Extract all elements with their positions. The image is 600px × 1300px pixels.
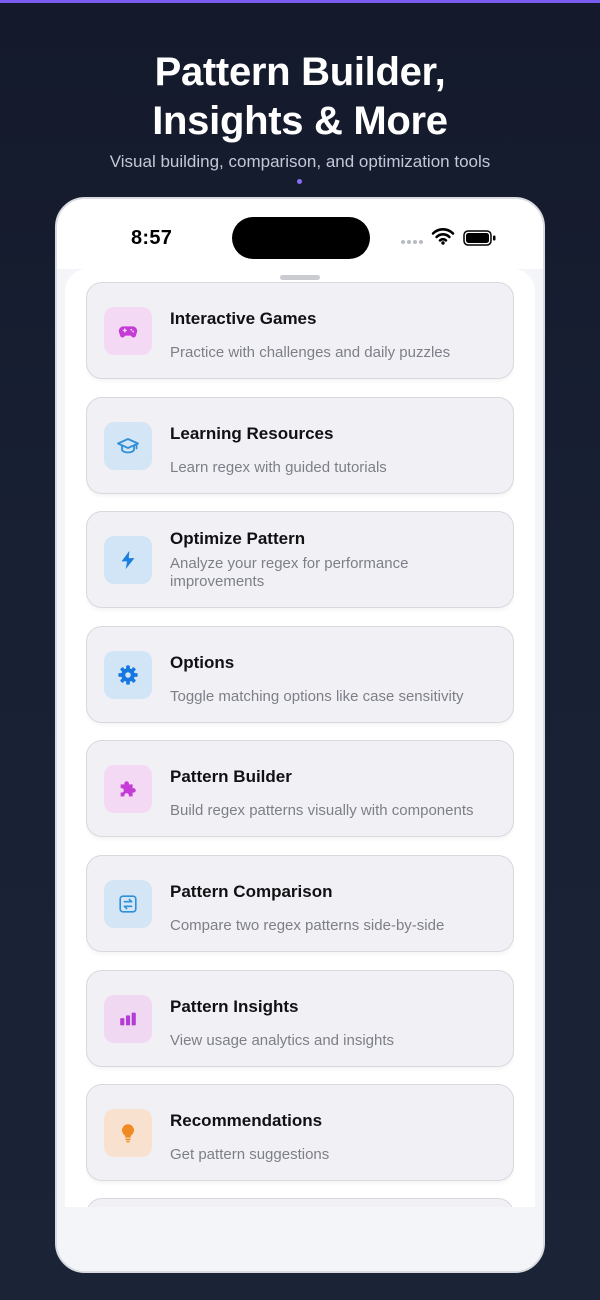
menu-item-title: Pattern Builder [170,767,292,786]
menu-item-description: Practice with challenges and daily puzzl… [170,344,451,361]
wifi-icon [431,228,455,245]
menu-item-title: Pattern Insights [170,997,299,1016]
menu-item-description: Build regex patterns visually with compo… [170,802,474,819]
compare-arrows-icon [104,880,152,928]
lightbulb-icon [104,1109,152,1157]
hero-title-line-2: Insights & More [152,99,448,143]
menu-item-description: Compare two regex patterns side-by-side [170,917,445,934]
menu-list[interactable]: Interactive Games Practice with challeng… [86,282,514,1207]
menu-item-partial[interactable] [86,1198,514,1207]
gear-icon [104,651,152,699]
page-indicator-dot [297,179,302,184]
menu-item-pattern-comparison[interactable]: Pattern Comparison Compare two regex pat… [86,855,514,952]
menu-item-recommendations[interactable]: Recommendations Get pattern suggestions [86,1084,514,1181]
menu-item-interactive-games[interactable]: Interactive Games Practice with challeng… [86,282,514,379]
hero-title: Pattern Builder, Insights & More [0,48,600,146]
menu-item-description: Learn regex with guided tutorials [170,459,387,476]
menu-item-title: Interactive Games [170,309,317,328]
hero-title-line-1: Pattern Builder, [154,50,446,94]
menu-item-learning-resources[interactable]: Learning Resources Learn regex with guid… [86,397,514,494]
menu-item-pattern-insights[interactable]: Pattern Insights View usage analytics an… [86,970,514,1067]
status-time: 8:57 [131,227,173,249]
bolt-icon [104,536,152,584]
menu-item-pattern-builder[interactable]: Pattern Builder Build regex patterns vis… [86,740,514,837]
phone-bottom-area [57,1207,543,1271]
menu-item-title: Learning Resources [170,424,334,443]
menu-item-description: Analyze your regex for performance impro… [170,555,409,590]
menu-item-title: Pattern Comparison [170,882,333,901]
puzzle-icon [104,765,152,813]
cellular-dots-icon [401,240,423,244]
menu-item-description: View usage analytics and insights [170,1032,395,1049]
menu-item-title: Options [170,653,235,672]
menu-item-title: Optimize Pattern [170,529,306,548]
menu-item-title: Recommendations [170,1111,323,1130]
menu-item-options[interactable]: Options Toggle matching options like cas… [86,626,514,723]
graduation-cap-icon [104,422,152,470]
phone-frame: 8:57 Interactive Games Practice with cha… [55,197,545,1273]
sheet-drag-handle[interactable] [280,275,320,280]
top-accent-bar [0,0,600,3]
menu-item-description: Toggle matching options like case sensit… [170,688,464,705]
menu-item-description: Get pattern suggestions [170,1146,330,1163]
bar-chart-icon [104,995,152,1043]
menu-item-optimize-pattern[interactable]: Optimize Pattern Analyze your regex for … [86,511,514,608]
gamepad-icon [104,307,152,355]
hero-subtitle: Visual building, comparison, and optimiz… [109,152,491,171]
status-bar: 8:57 [57,199,543,269]
bottom-sheet[interactable]: Interactive Games Practice with challeng… [65,269,535,1271]
dynamic-island [232,217,370,259]
battery-icon [463,230,496,246]
